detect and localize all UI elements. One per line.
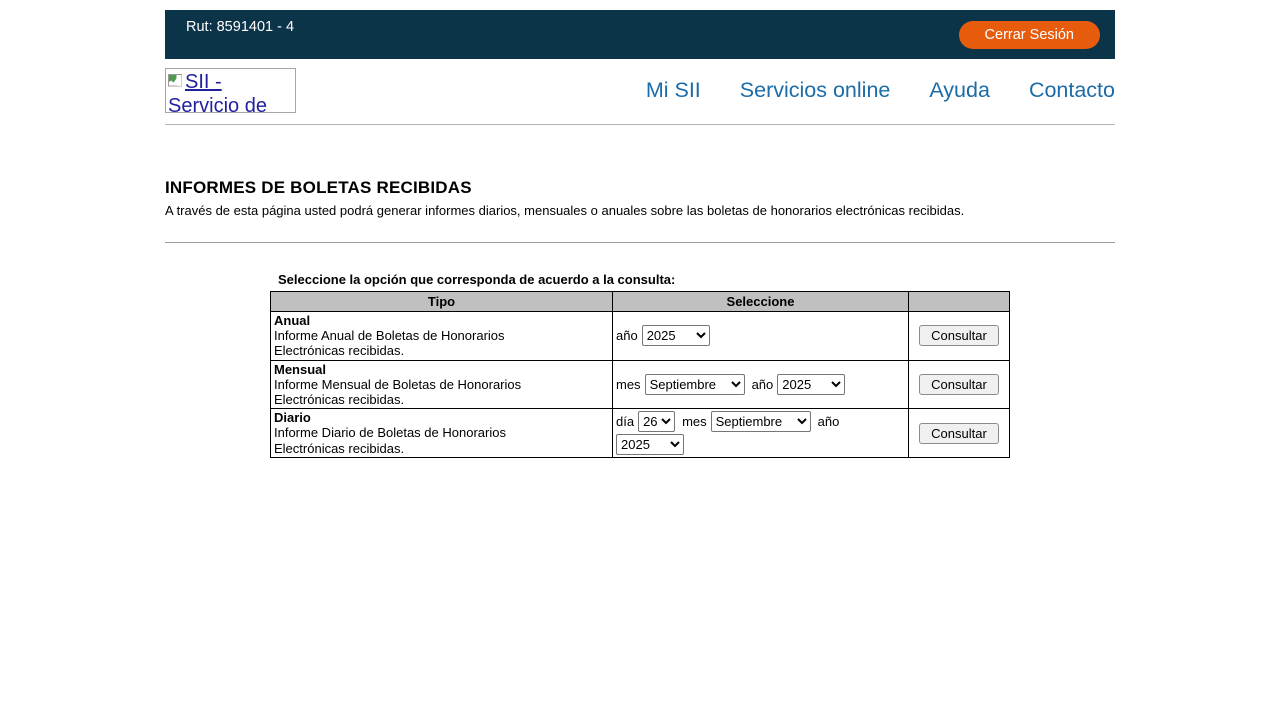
sii-logo-link[interactable]: SII - Servicio de: [165, 68, 296, 113]
diario-month-label: mes: [682, 414, 707, 429]
broken-image-icon: [168, 74, 184, 88]
mensual-month-select[interactable]: Septiembre: [645, 374, 745, 395]
column-header-action: [909, 292, 1010, 312]
mensual-year-label: año: [752, 377, 774, 392]
anual-year-label: año: [616, 328, 638, 343]
mensual-year-select[interactable]: 2025: [777, 374, 845, 395]
mensual-month-label: mes: [616, 377, 641, 392]
diario-day-label: día: [616, 414, 634, 429]
reports-table: Tipo Seleccione Anual Informe Anual de B…: [270, 291, 1010, 458]
cerrar-sesion-button[interactable]: Cerrar Sesión: [959, 21, 1100, 49]
table-caption: Seleccione la opción que corresponda de …: [278, 272, 1115, 287]
anual-type-label: Anual: [274, 313, 310, 328]
page-container: Rut: 8591401 - 4 Cerrar Sesión SII - Ser…: [165, 0, 1115, 458]
mensual-type-description: Informe Mensual de Boletas de Honorarios…: [274, 377, 574, 407]
anual-year-select[interactable]: 2025: [642, 325, 710, 346]
table-row-mensual: Mensual Informe Mensual de Boletas de Ho…: [271, 360, 1010, 409]
nav-link-ayuda[interactable]: Ayuda: [929, 78, 990, 103]
section-divider: [165, 242, 1115, 243]
page-title: INFORMES DE BOLETAS RECIBIDAS: [165, 178, 1115, 198]
column-header-seleccione: Seleccione: [613, 292, 909, 312]
logo-alt-text: SII - Servicio de: [168, 71, 267, 113]
table-row-diario: Diario Informe Diario de Boletas de Hono…: [271, 409, 1010, 458]
diario-controls-line1: día 26 mes Septiembre año: [616, 411, 905, 432]
site-header: SII - Servicio de Mi SII Servicios onlin…: [165, 68, 1115, 125]
mensual-consultar-button[interactable]: Consultar: [919, 374, 999, 395]
main-nav: Mi SII Servicios online Ayuda Contacto: [646, 78, 1115, 103]
session-topbar: Rut: 8591401 - 4 Cerrar Sesión: [165, 10, 1115, 59]
column-header-tipo: Tipo: [271, 292, 613, 312]
nav-link-mi-sii[interactable]: Mi SII: [646, 78, 701, 103]
rut-label: Rut: 8591401 - 4: [186, 19, 294, 35]
anual-consultar-button[interactable]: Consultar: [919, 325, 999, 346]
diario-day-select[interactable]: 26: [638, 411, 675, 432]
diario-controls-line2: 2025: [616, 434, 905, 455]
diario-month-select[interactable]: Septiembre: [711, 411, 811, 432]
anual-type-description: Informe Anual de Boletas de Honorarios E…: [274, 328, 574, 358]
diario-consultar-button[interactable]: Consultar: [919, 423, 999, 444]
page-description: A través de esta página usted podrá gene…: [165, 203, 1115, 218]
nav-link-servicios-online[interactable]: Servicios online: [740, 78, 891, 103]
diario-type-description: Informe Diario de Boletas de Honorarios …: [274, 425, 574, 455]
diario-year-label: año: [818, 414, 840, 429]
diario-year-select[interactable]: 2025: [616, 434, 684, 455]
table-header-row: Tipo Seleccione: [271, 292, 1010, 312]
consult-section: Seleccione la opción que corresponda de …: [270, 272, 1115, 458]
table-row-anual: Anual Informe Anual de Boletas de Honora…: [271, 312, 1010, 361]
diario-type-label: Diario: [274, 410, 311, 425]
nav-link-contacto[interactable]: Contacto: [1029, 78, 1115, 103]
mensual-type-label: Mensual: [274, 362, 326, 377]
